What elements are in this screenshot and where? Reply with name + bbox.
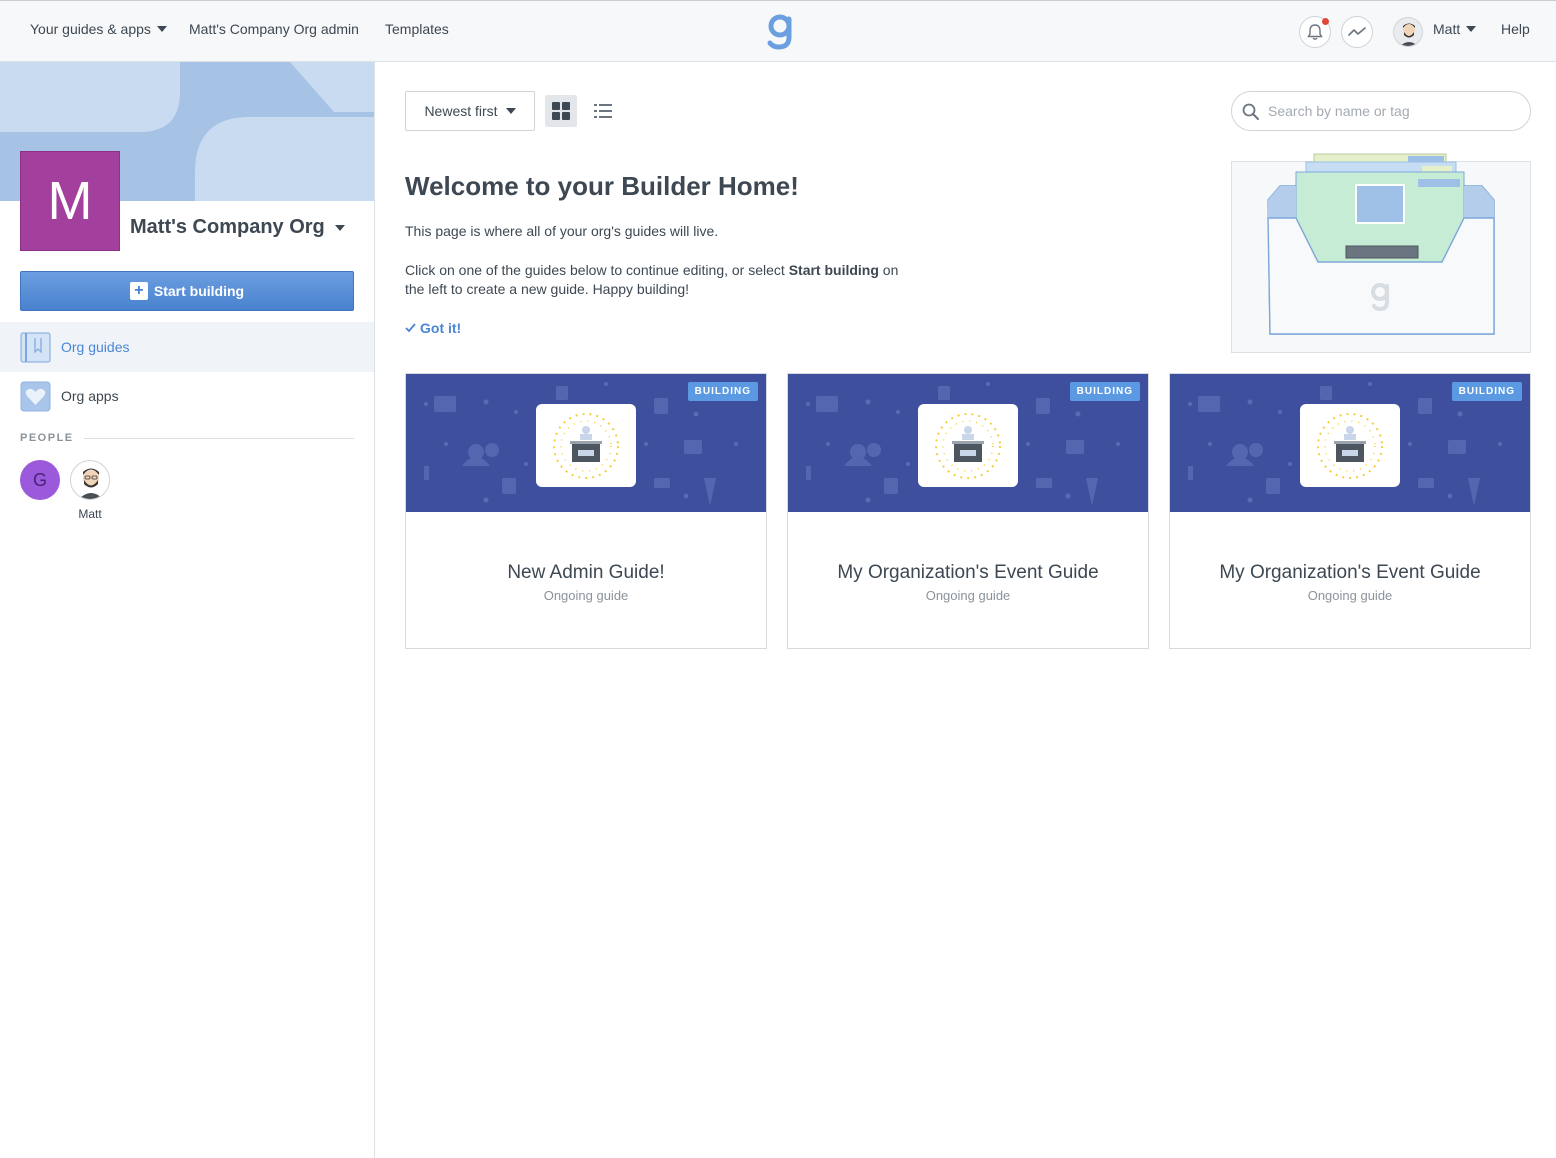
sidebar-item-org-guides[interactable]: Org guides	[0, 322, 374, 372]
search-icon	[1242, 103, 1259, 120]
guides-apps-label: Your guides & apps	[30, 21, 151, 37]
plus-icon: +	[129, 282, 148, 300]
guide-thumbnail	[536, 404, 636, 487]
guide-subtitle: Ongoing guide	[1307, 588, 1393, 603]
chevron-down-icon	[505, 108, 516, 114]
chevron-down-icon	[156, 26, 167, 32]
user-name: Matt	[1433, 21, 1461, 37]
person-avatar-matt[interactable]	[70, 460, 110, 500]
org-avatar: M	[20, 151, 120, 251]
sidebar-item-org-apps[interactable]: Org apps	[0, 371, 374, 421]
guide-thumbnail	[1300, 404, 1400, 487]
help-link[interactable]: Help	[1501, 21, 1530, 37]
guide-card[interactable]: BUILDING My Organization's Event Guide Ong…	[787, 373, 1149, 649]
got-it-link[interactable]: Got it!	[405, 320, 461, 336]
chevron-down-icon	[1466, 26, 1477, 32]
guide-title: My Organization's Event Guide	[1219, 562, 1481, 583]
guide-card[interactable]: BUILDING My Organization's Event Guide Ong…	[1169, 373, 1531, 649]
org-admin-label: Matt's Company Org admin	[189, 21, 359, 37]
grid-icon	[552, 102, 570, 120]
welcome-text-2: Click on one of the guides below to cont…	[405, 262, 899, 297]
status-badge: BUILDING	[687, 382, 758, 401]
user-menu[interactable]: Matt	[1433, 21, 1477, 37]
guide-subtitle: Ongoing guide	[543, 588, 629, 603]
status-badge: BUILDING	[1451, 382, 1522, 401]
builder-illustration	[1231, 153, 1531, 353]
org-switcher[interactable]: Matt's Company Org	[130, 216, 345, 239]
guide-title: My Organization's Event Guide	[837, 562, 1099, 583]
page-title: Welcome to your Builder Home!	[405, 171, 799, 201]
guide-card[interactable]: BUILDING New Admin Guide! Ongoing guide	[405, 373, 767, 649]
org-name: Matt's Company Org	[130, 216, 325, 238]
bell-icon	[1307, 24, 1323, 40]
user-avatar[interactable]	[1393, 17, 1423, 47]
guide-title: New Admin Guide!	[507, 562, 665, 583]
grid-view-button[interactable]	[545, 95, 577, 127]
guide-card-banner: BUILDING	[406, 374, 766, 512]
guide-card-banner: BUILDING	[788, 374, 1148, 512]
guidebook-logo-icon[interactable]	[766, 11, 796, 51]
guide-card-banner: BUILDING	[1170, 374, 1530, 512]
start-building-button[interactable]: + Start building	[20, 271, 354, 311]
sidebar-item-label: Org apps	[61, 388, 119, 404]
sort-dropdown[interactable]: Newest first	[405, 91, 535, 131]
sort-label: Newest first	[424, 103, 498, 119]
guide-thumbnail	[918, 404, 1018, 487]
guide-book-icon	[20, 332, 51, 362]
got-it-label: Got it!	[420, 320, 462, 336]
person-avatar-g[interactable]: G	[20, 460, 60, 500]
checkmark-icon	[405, 323, 416, 333]
list-icon	[594, 104, 612, 118]
notification-dot	[1322, 18, 1329, 25]
guide-subtitle: Ongoing guide	[925, 588, 1011, 603]
templates-link[interactable]: Templates	[385, 21, 449, 37]
activity-icon	[1348, 27, 1366, 36]
templates-label: Templates	[385, 21, 449, 37]
notifications-button[interactable]	[1299, 16, 1331, 48]
org-admin-link[interactable]: Matt's Company Org admin	[189, 21, 359, 37]
search-input[interactable]	[1268, 103, 1518, 119]
heart-icon	[20, 381, 51, 411]
start-building-emphasis: Start building	[788, 262, 879, 278]
help-label: Help	[1501, 21, 1530, 37]
person-name: Matt	[78, 507, 102, 521]
welcome-text-1: This page is where all of your org's gui…	[405, 223, 719, 239]
status-badge: BUILDING	[1069, 382, 1140, 401]
guides-apps-menu[interactable]: Your guides & apps	[30, 21, 167, 37]
sidebar-item-label: Org guides	[61, 339, 130, 355]
chevron-down-icon	[334, 224, 345, 231]
activity-button[interactable]	[1341, 16, 1373, 48]
list-view-button[interactable]	[587, 95, 619, 127]
top-nav: Your guides & apps Matt's Company Org ad…	[0, 0, 1556, 62]
people-heading: PEOPLE	[20, 432, 354, 444]
sidebar: M Matt's Company Org + Start building Or…	[0, 62, 375, 1158]
search-field[interactable]	[1231, 91, 1531, 131]
start-building-label: Start building	[153, 283, 245, 299]
